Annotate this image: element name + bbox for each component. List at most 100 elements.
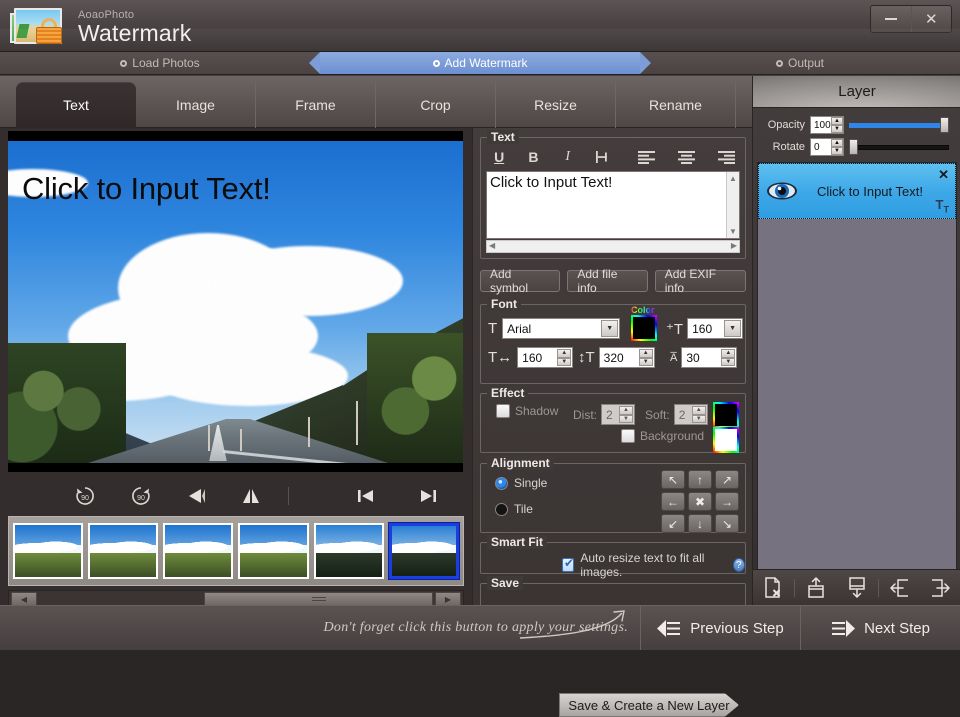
scroll-up-icon[interactable]: ▲ [729, 174, 737, 183]
import-layer-icon[interactable] [879, 578, 920, 598]
spinner-buttons[interactable]: ▲▼ [557, 349, 571, 366]
minimize-button[interactable] [871, 6, 912, 32]
font-family-select[interactable]: Arial ▼ [502, 318, 620, 339]
add-exif-info-button[interactable]: Add EXIF info [655, 270, 746, 292]
italic-button[interactable]: I [551, 146, 585, 168]
flip-vertical-icon[interactable] [226, 476, 276, 516]
layer-list-item[interactable]: Click to Input Text! ✕ TT [758, 163, 956, 219]
tool-divider [288, 487, 289, 505]
scroll-down-icon[interactable]: ▼ [729, 227, 737, 236]
align-right-button[interactable] [710, 146, 744, 168]
delete-layer-icon[interactable] [753, 577, 794, 598]
bold-button[interactable]: B [516, 146, 550, 168]
align-bottom-right-button[interactable]: ↘ [715, 514, 739, 533]
scrollbar-thumb[interactable] [204, 592, 433, 606]
tab-rename[interactable]: Rename [616, 82, 736, 128]
opacity-slider-knob[interactable] [940, 117, 949, 133]
flip-horizontal-icon[interactable] [172, 476, 222, 516]
add-symbol-button[interactable]: Add symbol [480, 270, 560, 292]
chevron-down-icon[interactable]: ▼ [724, 320, 741, 337]
close-button[interactable]: ✕ [912, 6, 952, 32]
image-preview[interactable]: Click to Input Text! [8, 131, 463, 472]
tab-indent-button[interactable] [585, 146, 619, 168]
align-top-center-button[interactable]: ↑ [688, 470, 712, 489]
align-top-left-button[interactable]: ↖ [661, 470, 685, 489]
step-add-watermark[interactable]: Add Watermark [320, 52, 640, 74]
text-width-input[interactable]: 160 ▲▼ [517, 347, 573, 368]
move-layer-up-icon[interactable] [795, 577, 836, 598]
tab-text[interactable]: Text [16, 82, 136, 128]
alignment-tile-radio[interactable] [495, 503, 508, 516]
align-top-right-button[interactable]: ↗ [715, 470, 739, 489]
move-layer-down-icon[interactable] [836, 577, 877, 598]
step-load-photos[interactable]: Load Photos [0, 52, 320, 74]
opacity-slider[interactable] [849, 116, 949, 134]
layer-visibility-icon[interactable] [765, 179, 799, 203]
scrollbar-track[interactable] [39, 592, 433, 606]
tab-crop[interactable]: Crop [376, 82, 496, 128]
underline-button[interactable]: U [482, 146, 516, 168]
next-image-icon[interactable] [403, 476, 453, 516]
add-file-info-button[interactable]: Add file info [567, 270, 647, 292]
tab-frame[interactable]: Frame [256, 82, 376, 128]
line-spacing-input[interactable]: 30 ▲▼ [681, 347, 737, 368]
thumbnail-item-selected[interactable] [389, 523, 459, 579]
rotate-slider-knob[interactable] [849, 139, 858, 155]
spinner-buttons[interactable]: ▲▼ [831, 139, 843, 155]
spinner-buttons[interactable]: ▲▼ [639, 349, 653, 366]
shadow-distance-input[interactable]: 2 ▲▼ [601, 404, 635, 425]
previous-step-button[interactable]: Previous Step [640, 606, 800, 650]
shadow-soft-input[interactable]: 2 ▲▼ [674, 404, 708, 425]
align-bottom-center-button[interactable]: ↓ [688, 514, 712, 533]
background-checkbox[interactable] [621, 429, 635, 443]
spinner-buttons[interactable]: ▲▼ [692, 406, 706, 423]
spinner-buttons[interactable]: ▲▼ [619, 406, 633, 423]
scroll-right-icon[interactable]: ▶ [435, 592, 461, 606]
shadow-checkbox[interactable] [496, 404, 510, 418]
scroll-right-icon[interactable]: ▶ [731, 241, 737, 250]
rotate-input[interactable]: 0 ▲▼ [810, 138, 844, 156]
rotate-left-90-icon[interactable]: 90 [60, 476, 110, 516]
scroll-left-icon[interactable]: ◀ [11, 592, 37, 606]
hint-zone: Don't forget click this button to apply … [0, 606, 640, 650]
preview-watermark-text[interactable]: Click to Input Text! [22, 171, 271, 207]
align-middle-left-button[interactable]: ← [661, 492, 685, 511]
rotate-right-90-icon[interactable]: 90 [116, 476, 166, 516]
align-bottom-left-button[interactable]: ↙ [661, 514, 685, 533]
thumbnail-item[interactable] [314, 523, 384, 579]
previous-image-icon[interactable] [341, 476, 391, 516]
align-middle-right-button[interactable]: → [715, 492, 739, 511]
thumbnail-item[interactable] [13, 523, 83, 579]
thumbnail-item[interactable] [163, 523, 233, 579]
chevron-down-icon[interactable]: ▼ [601, 320, 618, 337]
rotate-slider[interactable] [849, 138, 949, 156]
opacity-input[interactable]: 100 ▲▼ [810, 116, 844, 134]
align-center-button[interactable]: ✖ [688, 492, 712, 511]
thumbnail-item[interactable] [88, 523, 158, 579]
tab-image[interactable]: Image [136, 82, 256, 128]
shadow-color-swatch[interactable] [713, 402, 739, 428]
scroll-left-icon[interactable]: ◀ [489, 241, 495, 250]
background-color-swatch[interactable] [713, 427, 739, 453]
text-horizontal-scrollbar[interactable]: ◀ ▶ [486, 240, 740, 253]
font-size-select[interactable]: 160 ▼ [687, 318, 743, 339]
tab-resize[interactable]: Resize [496, 82, 616, 128]
export-layer-icon[interactable] [920, 578, 960, 598]
next-step-button[interactable]: Next Step [800, 606, 960, 650]
align-center-button[interactable] [669, 146, 703, 168]
step-output[interactable]: Output [640, 52, 960, 74]
close-icon[interactable]: ✕ [938, 167, 949, 183]
text-height-input[interactable]: 320 ▲▼ [599, 347, 655, 368]
watermark-text-input[interactable]: Click to Input Text! ▲ ▼ [486, 171, 740, 239]
spinner-buttons[interactable]: ▲▼ [721, 349, 735, 366]
spinner-buttons[interactable]: ▲▼ [831, 117, 843, 133]
thumbnail-strip[interactable] [8, 516, 464, 586]
font-color-swatch[interactable] [631, 315, 657, 341]
text-vertical-scrollbar[interactable]: ▲ ▼ [726, 172, 739, 238]
help-icon[interactable]: ? [733, 558, 745, 572]
auto-resize-checkbox[interactable] [562, 558, 574, 572]
thumbnail-item[interactable] [238, 523, 308, 579]
save-create-layer-button[interactable]: Save & Create a New Layer [559, 693, 739, 717]
align-left-button[interactable] [629, 146, 663, 168]
alignment-single-radio[interactable] [495, 477, 508, 490]
